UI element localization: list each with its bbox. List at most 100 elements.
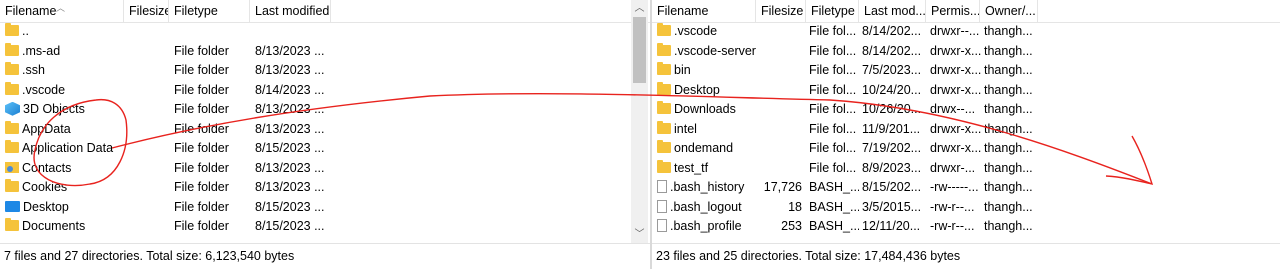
filename-text: .. (22, 24, 29, 38)
filename-cell: Desktop (5, 198, 165, 218)
sort-up-icon: ︿ (56, 3, 66, 13)
filesize-cell (756, 42, 802, 62)
filename-text: Application Data (22, 141, 114, 155)
header-label: Filename (5, 4, 57, 18)
local-file-row[interactable]: Application Data File folder 8/15/2023 ... (0, 139, 650, 159)
filename-cell: bin (657, 61, 757, 81)
filename-cell: ondemand (657, 139, 757, 159)
scroll-down-icon[interactable]: ﹀ (631, 226, 648, 243)
remote-header-filename[interactable]: Filename (652, 0, 756, 22)
remote-file-row[interactable]: .bash_logout 18 BASH_... 3/5/2015... -rw-r--… (652, 198, 1280, 218)
folder-icon (5, 140, 19, 154)
filetype-cell: File folder (174, 121, 229, 136)
owner-cell: thangh... (984, 24, 1033, 38)
folder-icon (657, 62, 671, 76)
local-header-last-modified[interactable]: Last modified (250, 0, 331, 22)
owner-cell: thangh... (984, 160, 1033, 175)
remote-file-row[interactable]: Desktop File fol... 10/24/20... drwxr-x... t… (652, 81, 1280, 101)
local-file-row[interactable]: Cookies File folder 8/13/2023 ... (0, 178, 650, 198)
local-file-row[interactable]: .ms-ad File folder 8/13/2023 ... (0, 42, 650, 62)
status-text: 23 files and 25 directories. Total size:… (656, 249, 961, 263)
file-icon (657, 219, 667, 233)
header-label: Owner/... (985, 4, 1036, 18)
remote-file-row[interactable]: .vscode File fol... 8/14/202... drwxr--... t… (652, 22, 1280, 42)
filename-text: bin (674, 63, 691, 77)
remote-file-row[interactable]: intel File fol... 11/9/201... drwxr-x... tha… (652, 120, 1280, 140)
filesize-cell (756, 22, 802, 42)
filename-cell: .ms-ad (5, 42, 165, 62)
local-file-row[interactable]: Desktop File folder 8/15/2023 ... (0, 198, 650, 218)
local-file-row[interactable]: AppData File folder 8/13/2023 ... (0, 120, 650, 140)
filename-cell: test_tf (657, 159, 757, 179)
filename-cell: .bash_logout (657, 198, 757, 218)
folder-icon (5, 218, 19, 232)
filetype-cell: BASH_... (809, 180, 859, 194)
filetype-cell: File fol... (809, 63, 857, 77)
modified-cell: 7/5/2023... (862, 63, 922, 77)
filetype-cell: File fol... (809, 43, 857, 58)
permissions-cell: drwxr-x... (930, 141, 982, 155)
filesize-cell (756, 100, 802, 120)
3d-objects-icon (5, 101, 20, 116)
local-file-row[interactable]: Documents File folder 8/15/2023 ... (0, 217, 650, 237)
local-file-row[interactable]: .vscode File folder 8/14/2023 ... (0, 81, 650, 101)
filesize-cell (756, 61, 802, 81)
filetype-cell: File fol... (809, 160, 857, 175)
filename-cell: .. (5, 22, 165, 42)
local-file-row[interactable]: .ssh File folder 8/13/2023 ... (0, 61, 650, 81)
filename-text: 3D Objects (23, 102, 85, 116)
remote-header-last-modified[interactable]: Last mod... (859, 0, 926, 22)
local-header-filetype[interactable]: Filetype (169, 0, 250, 22)
modified-cell: 8/13/2023 ... (255, 43, 325, 58)
filesize-cell (756, 120, 802, 140)
filename-text: .vscode (22, 82, 66, 97)
local-header-filesize[interactable]: Filesize (124, 0, 169, 22)
local-file-row[interactable]: .. (0, 22, 650, 42)
filesize-cell: 253 (781, 219, 802, 233)
owner-cell: thangh... (984, 82, 1033, 97)
filename-text: Cookies (22, 180, 68, 194)
remote-file-row[interactable]: bin File fol... 7/5/2023... drwxr-x... thang… (652, 61, 1280, 81)
filetype-cell: BASH_... (809, 199, 859, 214)
remote-header-filetype[interactable]: Filetype (806, 0, 859, 22)
remote-header-permissions[interactable]: Permis... (926, 0, 980, 22)
scroll-up-icon[interactable]: ︿ (631, 0, 648, 17)
filename-text: intel (674, 121, 697, 136)
status-text: 7 files and 27 directories. Total size: … (4, 249, 295, 263)
modified-cell: 12/11/20... (862, 219, 921, 233)
remote-file-row[interactable]: .bash_history 17,726 BASH_... 8/15/202... -r… (652, 178, 1280, 198)
remote-file-row[interactable]: .vscode-server File fol... 8/14/202... drwx… (652, 42, 1280, 62)
owner-cell: thangh... (984, 141, 1033, 155)
remote-file-row[interactable]: ondemand File fol... 7/19/202... drwxr-x...… (652, 139, 1280, 159)
folder-icon (5, 42, 19, 56)
filetype-cell: File fol... (809, 102, 857, 116)
folder-icon (657, 81, 671, 95)
folder-icon (657, 42, 671, 56)
folder-icon (657, 23, 671, 37)
filetype-cell: BASH_... (809, 219, 859, 233)
filetype-cell: File fol... (809, 121, 857, 136)
remote-file-row[interactable]: test_tf File fol... 8/9/2023... drwxr-... th… (652, 159, 1280, 179)
folder-icon (657, 101, 671, 115)
remote-header-owner[interactable]: Owner/... (980, 0, 1038, 22)
modified-cell: 10/26/20... (862, 102, 922, 116)
modified-cell: 8/13/2023 ... (255, 180, 325, 194)
remote-file-row[interactable]: .bash_profile 253 BASH_... 12/11/20... -rw-r… (652, 217, 1280, 237)
filename-cell: Contacts (5, 159, 165, 179)
file-icon (657, 199, 667, 213)
remote-header-filesize[interactable]: Filesize (756, 0, 806, 22)
filename-text: Contacts (22, 160, 72, 175)
modified-cell: 8/13/2023 ... (255, 121, 325, 136)
folder-icon (5, 81, 19, 95)
local-file-row[interactable]: Contacts File folder 8/13/2023 ... (0, 159, 650, 179)
filename-text: Desktop (23, 199, 69, 214)
local-header-filename[interactable]: Filename ︿ (0, 0, 124, 22)
permissions-cell: drwx--... (930, 102, 976, 116)
folder-icon (657, 120, 671, 134)
filesize-cell (756, 159, 802, 179)
local-file-row[interactable]: 3D Objects File folder 8/13/2023 ... (0, 100, 650, 120)
local-scrollbar[interactable]: ︿ ﹀ (631, 0, 648, 243)
filename-text: .bash_profile (670, 219, 742, 233)
scroll-thumb[interactable] (633, 17, 646, 83)
remote-file-row[interactable]: Downloads File fol... 10/26/20... drwx--...… (652, 100, 1280, 120)
